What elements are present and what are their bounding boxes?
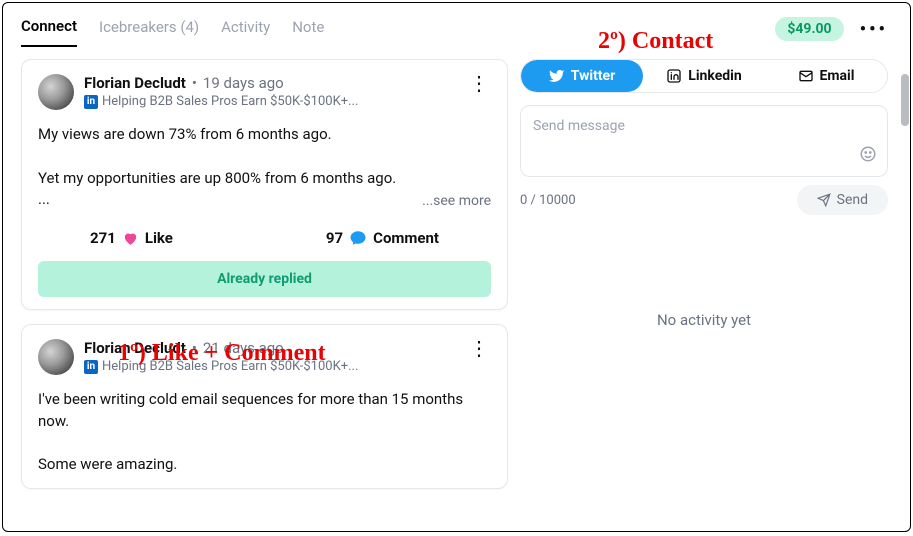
- comment-count: 97: [326, 229, 343, 247]
- channel-email-label: Email: [820, 68, 855, 84]
- avatar: [38, 74, 74, 110]
- email-icon: [798, 68, 814, 84]
- send-button[interactable]: Send: [797, 185, 888, 215]
- char-counter: 0 / 10000: [520, 193, 576, 208]
- post-tagline: Helping B2B Sales Pros Earn $50K-$100K+.…: [102, 359, 358, 374]
- no-activity-text: No activity yet: [520, 311, 888, 329]
- post-card: Florian Decludt • 21 days ago in Helping…: [21, 324, 508, 489]
- comment-icon: [349, 229, 367, 247]
- post-author: Florian Decludt: [84, 74, 186, 92]
- post-body: I've been writing cold email sequences f…: [38, 389, 491, 476]
- comment-button[interactable]: 97 Comment: [326, 229, 439, 247]
- post-tagline: Helping B2B Sales Pros Earn $50K-$100K+.…: [102, 94, 358, 109]
- post-age: 19 days ago: [203, 74, 284, 92]
- see-more-link[interactable]: ...see more: [38, 193, 491, 209]
- post-menu-button[interactable]: ⋮: [467, 339, 491, 357]
- linkedin-icon: [666, 68, 682, 84]
- tab-note[interactable]: Note: [292, 12, 324, 46]
- post-age: 21 days ago: [203, 339, 284, 357]
- channel-linkedin-button[interactable]: Linkedin: [643, 60, 765, 92]
- avatar: [38, 339, 74, 375]
- channel-twitter-button[interactable]: Twitter: [521, 60, 643, 92]
- already-replied-badge: Already replied: [38, 261, 491, 297]
- send-icon: [817, 193, 831, 207]
- post-author: Florian Decludt: [84, 339, 186, 357]
- linkedin-icon: in: [84, 95, 98, 109]
- compose-placeholder: Send message: [533, 118, 875, 134]
- price-badge: $49.00: [775, 17, 843, 41]
- scrollbar[interactable]: [901, 74, 909, 126]
- post-menu-button[interactable]: ⋮: [467, 74, 491, 92]
- like-label: Like: [145, 229, 173, 247]
- linkedin-icon: in: [84, 360, 98, 374]
- smiley-icon: [859, 145, 877, 163]
- emoji-button[interactable]: [859, 145, 877, 168]
- channel-linkedin-label: Linkedin: [688, 68, 741, 84]
- tab-connect[interactable]: Connect: [21, 11, 77, 47]
- tab-activity[interactable]: Activity: [221, 12, 270, 46]
- tab-icebreakers[interactable]: Icebreakers (4): [99, 12, 199, 46]
- comment-label: Comment: [373, 229, 439, 247]
- channel-switch: Twitter Linkedin Email: [520, 59, 888, 93]
- twitter-icon: [549, 68, 565, 84]
- post-card: Florian Decludt • 19 days ago in Helping…: [21, 59, 508, 310]
- tabs: Connect Icebreakers (4) Activity Note: [21, 11, 324, 47]
- channel-email-button[interactable]: Email: [765, 60, 887, 92]
- posts-feed: Florian Decludt • 19 days ago in Helping…: [3, 47, 508, 531]
- heart-icon: [122, 230, 139, 247]
- like-button[interactable]: 271 Like: [90, 229, 173, 247]
- channel-twitter-label: Twitter: [571, 68, 615, 84]
- right-panel: Twitter Linkedin Email Send message 0: [508, 47, 910, 531]
- more-menu-button[interactable]: •••: [856, 19, 892, 40]
- compose-input[interactable]: Send message: [520, 105, 888, 177]
- like-count: 271: [90, 229, 116, 247]
- send-label: Send: [837, 192, 868, 208]
- top-tabs-bar: Connect Icebreakers (4) Activity Note $4…: [3, 3, 910, 47]
